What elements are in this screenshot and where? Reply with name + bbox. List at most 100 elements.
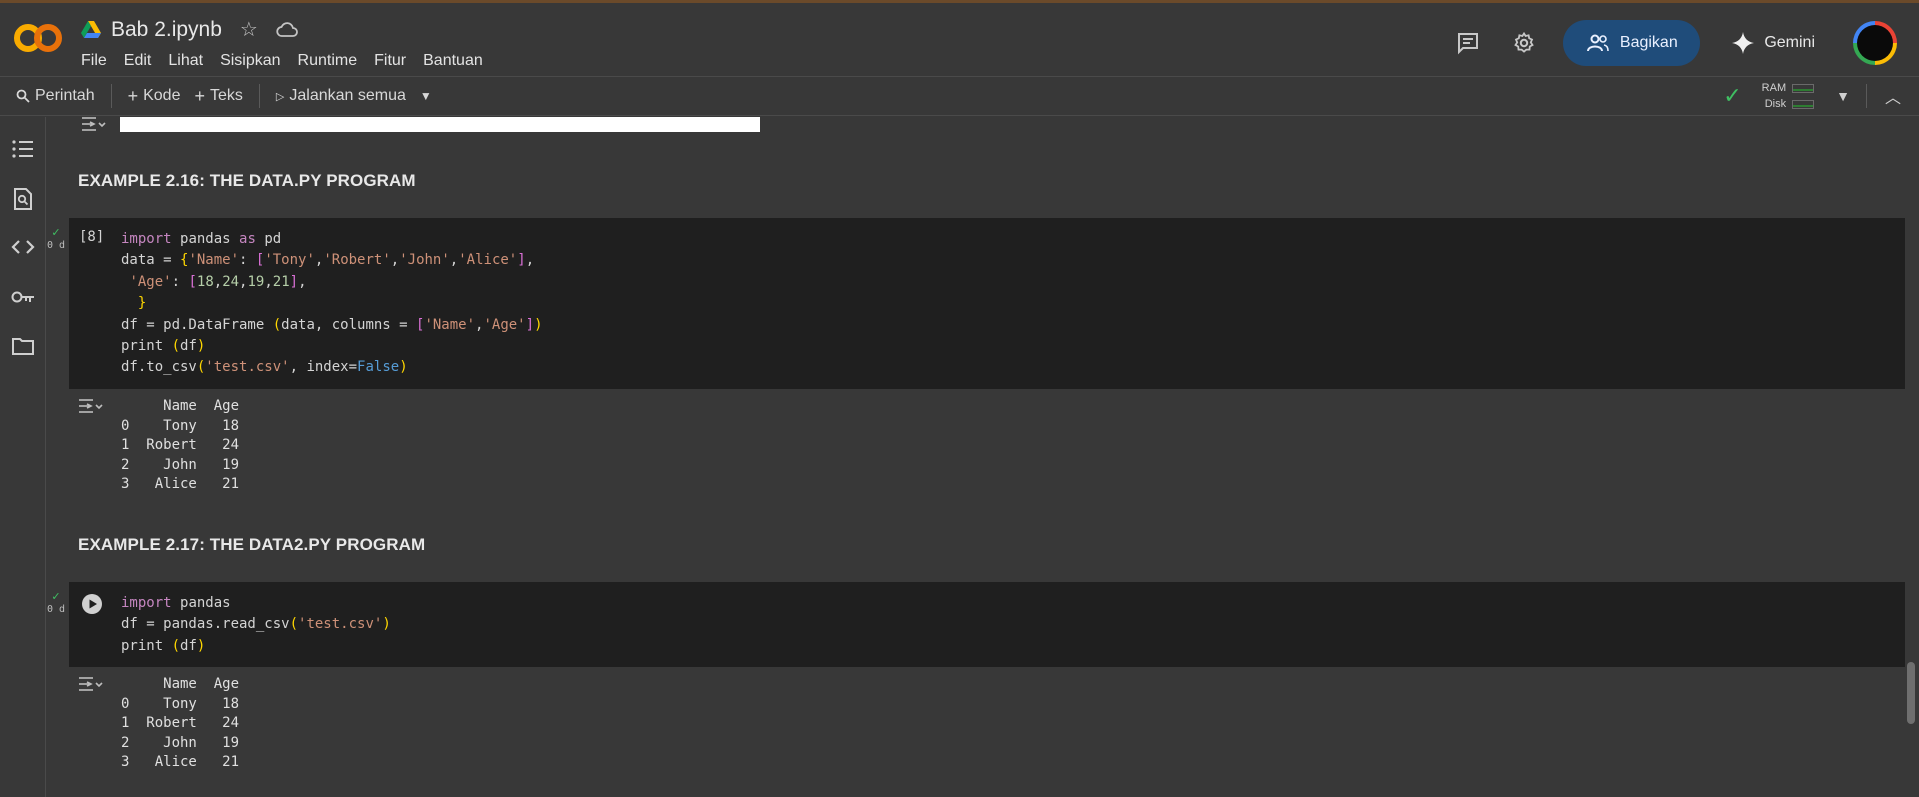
code-token: False: [357, 359, 400, 376]
code-token: df.to_csv: [121, 359, 197, 376]
code-token: df = pd.DataFrame: [121, 316, 273, 333]
code-editor[interactable]: import pandas as pd data = {'Name': ['To…: [121, 229, 543, 379]
output-actions-icon[interactable]: [80, 117, 106, 131]
account-avatar[interactable]: [1853, 21, 1897, 65]
gemini-button[interactable]: Gemini: [1732, 32, 1815, 54]
plus-icon: +: [127, 85, 139, 106]
code-token: df: [180, 338, 197, 355]
command-palette-label: Perintah: [35, 87, 95, 104]
menu-view[interactable]: Lihat: [168, 52, 203, 70]
code-token: 18: [196, 273, 214, 290]
code-token: 'John': [399, 252, 450, 269]
share-button[interactable]: Bagikan: [1563, 20, 1701, 66]
menu-help[interactable]: Bantuan: [423, 52, 483, 70]
cell-status: ✓ 0 d: [46, 228, 66, 253]
toolbar-divider: [1865, 84, 1867, 108]
output-row: 0 Tony 18: [121, 417, 240, 434]
add-code-button[interactable]: + Kode: [128, 86, 181, 107]
code-token: , index=: [289, 359, 358, 376]
output-header: Name Age: [121, 676, 240, 692]
notebook-title[interactable]: Bab 2.ipynb: [111, 18, 222, 42]
add-code-label: Kode: [143, 87, 181, 104]
table-of-contents-icon[interactable]: [11, 137, 35, 161]
previous-output-image: [120, 117, 760, 132]
exec-time: 0 d: [46, 240, 66, 251]
run-all-dropdown-icon[interactable]: ▼: [420, 89, 432, 103]
notebook-toolbar: Perintah + Kode + Teks ▷ Jalankan semua …: [0, 76, 1919, 116]
execution-count[interactable]: [8]: [79, 229, 104, 245]
code-editor[interactable]: import pandas df = pandas.read_csv('test…: [121, 593, 391, 657]
output-row: 1 Robert 24: [121, 715, 240, 731]
output-actions-icon[interactable]: [77, 397, 103, 415]
code-token: data =: [121, 252, 181, 269]
gemini-label: Gemini: [1764, 34, 1815, 51]
output-row: 2 John 19: [121, 734, 240, 751]
code-token: 'Age': [483, 316, 526, 333]
menu-runtime[interactable]: Runtime: [298, 52, 358, 70]
add-text-button[interactable]: + Teks: [194, 86, 242, 107]
notebook-content[interactable]: EXAMPLE 2.16: THE DATA.PY PROGRAM ✓ 0 d …: [46, 117, 1919, 797]
run-all-label: Jalankan semua: [289, 87, 406, 104]
menu-insert[interactable]: Sisipkan: [220, 52, 280, 70]
files-folder-icon[interactable]: [11, 334, 35, 358]
star-icon[interactable]: ☆: [240, 17, 258, 42]
toolbar-divider: [258, 84, 260, 108]
code-token: as: [239, 231, 256, 247]
code-token: pandas: [180, 595, 231, 611]
people-icon: [1586, 34, 1609, 52]
share-label: Bagikan: [1619, 34, 1678, 51]
drive-icon[interactable]: [81, 20, 101, 39]
disk-bar: [1792, 99, 1815, 109]
output-actions-icon[interactable]: [77, 675, 103, 693]
connected-check-icon[interactable]: ✓: [1723, 83, 1741, 109]
collapse-header-icon[interactable]: ︿: [1885, 84, 1901, 108]
resource-monitor[interactable]: RAM Disk: [1761, 80, 1815, 112]
app-header: Bab 2.ipynb ☆ File Edit Lihat Sisipkan R…: [0, 0, 1919, 76]
secrets-key-icon[interactable]: [11, 285, 35, 309]
plus-icon: +: [194, 85, 205, 106]
cloud-icon[interactable]: [276, 21, 298, 38]
cell-status: ✓ 0 d: [46, 592, 66, 617]
toolbar-divider: [110, 84, 112, 108]
run-all-button[interactable]: ▷ Jalankan semua: [276, 87, 406, 105]
cell-output: Name Age 0 Tony 18 1 Robert 24 2 John 19 3 A…: [69, 667, 1905, 770]
code-token: import: [121, 231, 172, 247]
code-token: 'Age': [129, 273, 172, 290]
ram-label: RAM: [1761, 82, 1787, 94]
settings-gear-icon[interactable]: [1509, 28, 1539, 58]
section-heading: EXAMPLE 2.17: THE DATA2.PY PROGRAM: [78, 535, 426, 554]
code-token: df: [180, 637, 197, 654]
comments-icon[interactable]: [1453, 28, 1483, 58]
command-palette-button[interactable]: Perintah: [16, 87, 95, 105]
code-token: :: [239, 252, 256, 269]
code-cell[interactable]: ✓ 0 d import pandas df = pandas.read_csv…: [47, 582, 1905, 667]
output-row: 0 Tony 18: [121, 695, 240, 712]
code-token: 24: [222, 273, 240, 290]
code-token: 'test.csv': [205, 359, 290, 376]
code-token: pd: [264, 231, 282, 247]
menu-tools[interactable]: Fitur: [374, 52, 406, 70]
menu-file[interactable]: File: [81, 52, 107, 70]
code-token: 'Alice': [458, 252, 518, 269]
output-row: 2 John 19: [121, 456, 240, 473]
connection-dropdown-icon[interactable]: ▼: [1836, 88, 1850, 104]
code-token: print: [121, 637, 172, 654]
code-token: 'test.csv': [298, 616, 383, 633]
code-token: 'Name': [188, 252, 240, 269]
gemini-sparkle-icon: [1732, 32, 1755, 54]
output-row: 3 Alice 21: [121, 476, 240, 492]
search-icon: [16, 89, 30, 103]
exec-time: 0 d: [46, 604, 66, 615]
code-snippets-icon[interactable]: [11, 235, 35, 259]
code-token: pandas: [180, 231, 231, 247]
find-replace-icon[interactable]: [11, 187, 35, 211]
colab-logo[interactable]: [14, 20, 64, 56]
code-token: 'Name': [424, 316, 476, 333]
code-cell[interactable]: ✓ 0 d [8] import pandas as pd data = {'N…: [47, 218, 1905, 389]
cell-output: Name Age 0 Tony 18 1 Robert 24 2 John 19 3 A…: [69, 389, 1905, 492]
code-token: data, columns =: [281, 316, 417, 333]
code-token: df = pandas.read_csv: [121, 616, 290, 633]
run-cell-button[interactable]: [81, 593, 103, 615]
vertical-scrollbar[interactable]: [1907, 662, 1915, 724]
menu-edit[interactable]: Edit: [124, 52, 152, 70]
